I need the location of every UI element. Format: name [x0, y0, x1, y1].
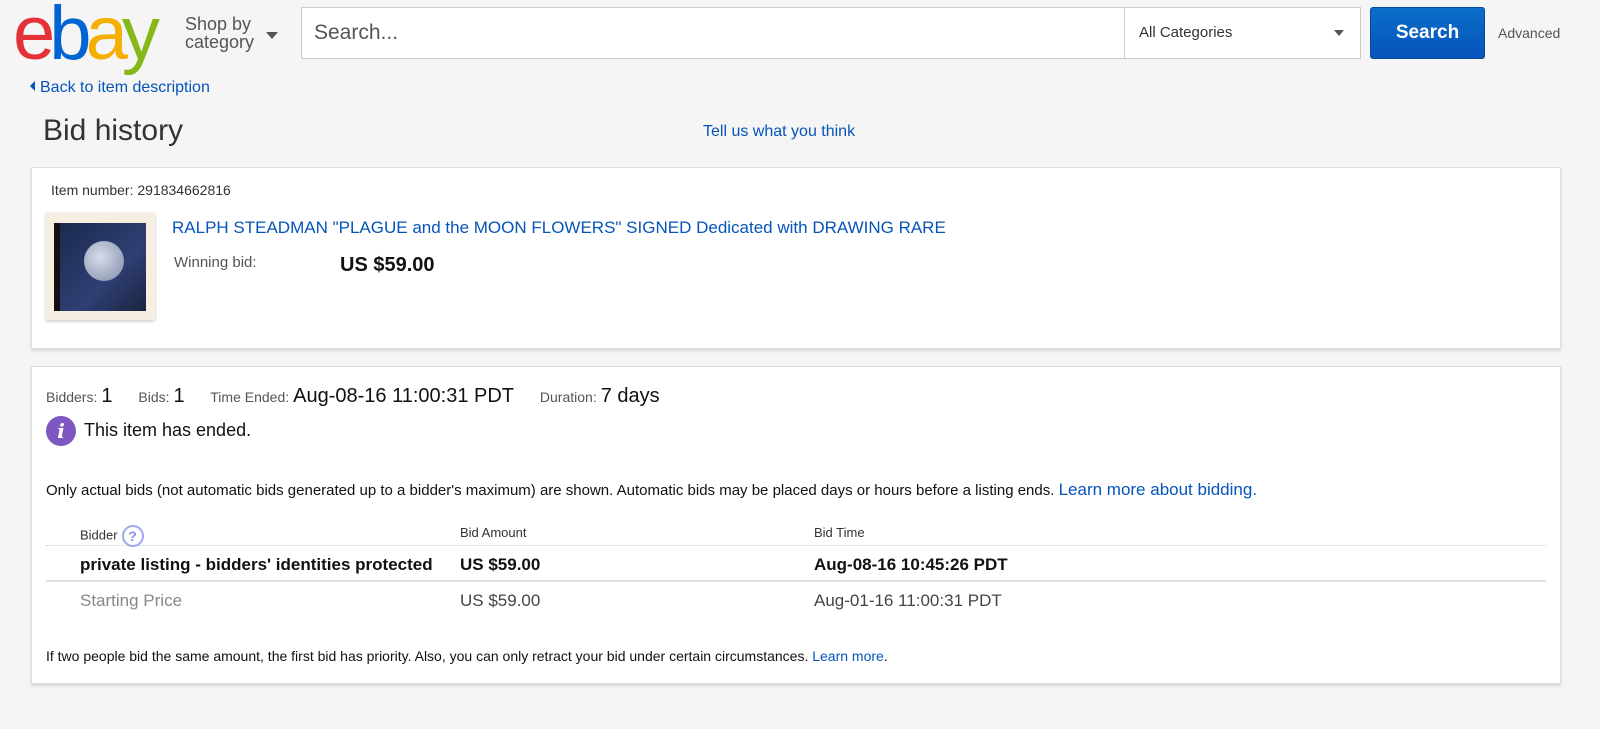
search-button[interactable]: Search: [1370, 7, 1485, 59]
shop-by-category-button[interactable]: Shop by category: [185, 14, 278, 52]
bid-time-cell: Aug-08-16 10:45:26 PDT: [814, 555, 1008, 574]
bids-count: Bids: 1: [138, 385, 185, 407]
category-label: category: [185, 32, 255, 52]
caret-down-icon: [266, 32, 278, 39]
bidders-count: Bidders: 1: [46, 385, 113, 407]
shop-by-label: Shop by: [185, 14, 252, 34]
item-thumbnail[interactable]: [46, 213, 155, 320]
page-title: Bid history: [43, 114, 184, 147]
bids-panel: Bidders: 1 Bids: 1 Time Ended: Aug-08-16 11…: [31, 366, 1561, 684]
bids-note: Only actual bids (not automatic bids gen…: [46, 480, 1258, 499]
bid-time-header: Bid Time: [814, 525, 865, 540]
bidder-cell: private listing - bidders' identities pr…: [80, 555, 433, 574]
bid-amount-cell: US $59.00: [460, 591, 541, 610]
info-icon: i: [46, 416, 76, 446]
chevron-down-icon: [1334, 30, 1344, 36]
bid-history-table: Bidder? Bid Amount Bid Time private list…: [46, 520, 1546, 618]
table-header: Bidder? Bid Amount Bid Time: [46, 520, 1546, 547]
advanced-search-link[interactable]: Advanced: [1498, 25, 1560, 41]
ended-status: i This item has ended.: [46, 416, 251, 446]
back-to-item-link[interactable]: Back to item description: [30, 79, 210, 97]
header: ebay Shop by category All Categories Sea…: [0, 0, 1600, 72]
winning-bid-value: US $59.00: [340, 254, 435, 276]
bidder-cell: Starting Price: [80, 591, 183, 610]
category-select-value: All Categories: [1139, 24, 1233, 41]
learn-more-link[interactable]: Learn more: [812, 648, 884, 664]
time-ended: Time Ended: Aug-08-16 11:00:31 PDT: [210, 385, 515, 407]
back-triangle-icon: [30, 81, 35, 91]
footnote: If two people bid the same amount, the f…: [46, 648, 888, 664]
category-select[interactable]: All Categories: [1124, 8, 1360, 58]
search-bar: All Categories: [301, 7, 1361, 59]
bidder-header: Bidder?: [80, 525, 144, 547]
bid-amount-header: Bid Amount: [460, 525, 527, 540]
bid-summary: Bidders: 1 Bids: 1 Time Ended: Aug-08-16 11…: [46, 385, 682, 408]
item-title-link[interactable]: RALPH STEADMAN "PLAGUE and the MOON FLOW…: [172, 218, 946, 238]
bid-amount-cell: US $59.00: [460, 555, 541, 574]
help-icon[interactable]: ?: [121, 525, 144, 547]
duration: Duration: 7 days: [539, 385, 660, 407]
table-row: Starting Price US $59.00 Aug-01-16 11:00…: [46, 582, 1546, 618]
item-number: Item number: 291834662816: [51, 182, 231, 198]
search-input[interactable]: [302, 8, 1124, 58]
moon-illustration: [84, 241, 124, 281]
bid-time-cell: Aug-01-16 11:00:31 PDT: [814, 591, 1002, 610]
ended-message: This item has ended.: [84, 419, 252, 440]
item-panel: Item number: 291834662816 RALPH STEADMAN…: [31, 167, 1561, 349]
ebay-logo[interactable]: ebay: [13, 0, 160, 72]
table-row: private listing - bidders' identities pr…: [46, 546, 1546, 582]
feedback-link[interactable]: Tell us what you think: [703, 123, 855, 141]
winning-bid-label: Winning bid:: [174, 254, 257, 271]
learn-more-bidding-link[interactable]: Learn more about bidding.: [1059, 480, 1257, 499]
